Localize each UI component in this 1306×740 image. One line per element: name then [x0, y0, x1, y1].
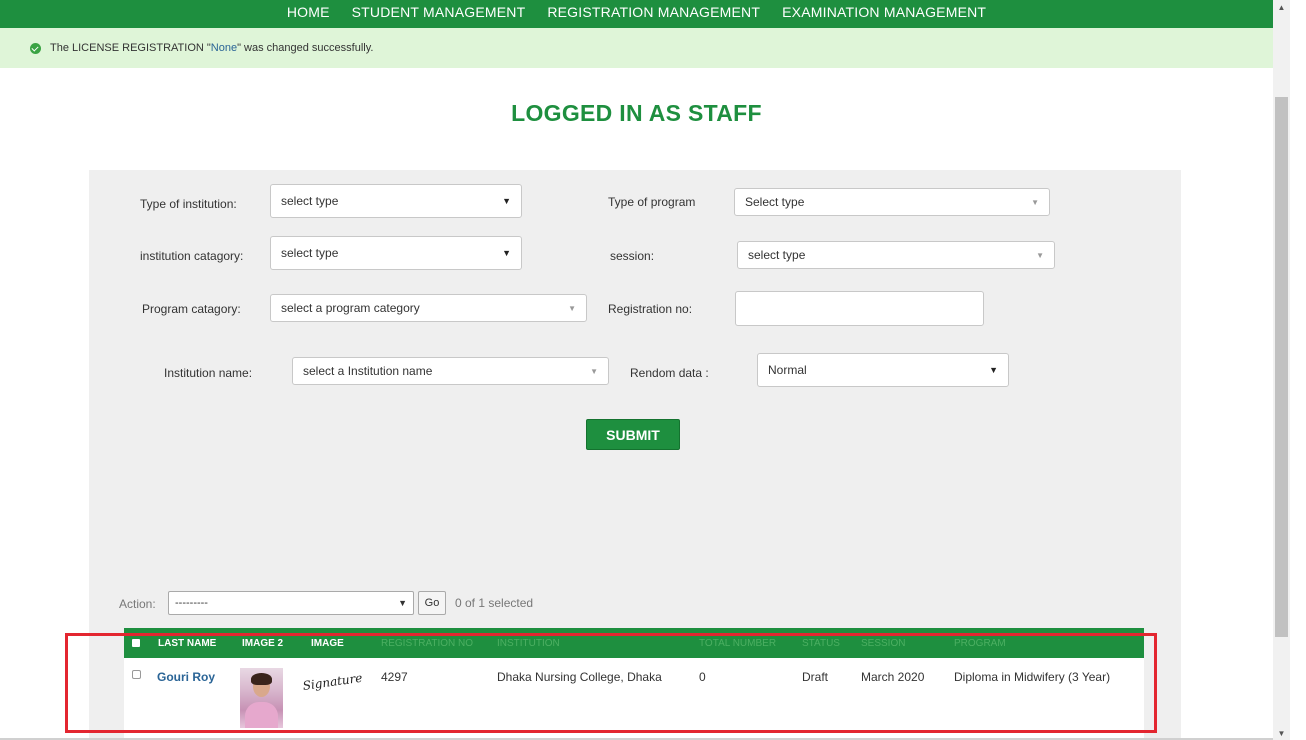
message-prefix: The LICENSE REGISTRATION "	[50, 42, 211, 54]
type-of-institution-select[interactable]: select type ▼	[270, 184, 522, 218]
random-data-value: Normal	[768, 363, 807, 377]
chevron-down-icon: ▼	[590, 366, 598, 376]
select-all-checkbox[interactable]	[132, 639, 140, 647]
program-category-select[interactable]: select a program category ▼	[270, 294, 587, 322]
scrollbar-thumb[interactable]	[1275, 97, 1288, 637]
student-photo	[240, 668, 283, 728]
program-category-label: Program catagory:	[142, 302, 241, 316]
registration-no-input[interactable]	[735, 291, 984, 326]
type-of-program-value: Select type	[745, 195, 805, 209]
session-label: session:	[610, 249, 655, 263]
institution-name-value: select a Institution name	[303, 364, 433, 378]
institution-name-label: Institution name:	[164, 366, 253, 380]
row-program: Diploma in Midwifery (3 Year)	[954, 670, 1111, 684]
col-last-name[interactable]: LAST NAME	[158, 638, 216, 649]
row-checkbox[interactable]	[132, 670, 141, 679]
selection-counter: 0 of 1 selected	[455, 596, 534, 610]
table-row: Gouri Roy Signature 4297 Dhaka Nursing C…	[124, 658, 1144, 740]
col-image2[interactable]: IMAGE 2	[242, 638, 283, 649]
message-suffix: " was changed successfully.	[237, 42, 374, 54]
random-data-select[interactable]: Normal ▼	[757, 353, 1009, 387]
session-select[interactable]: select type ▼	[737, 241, 1055, 269]
row-session: March 2020	[861, 670, 925, 684]
program-category-value: select a program category	[281, 301, 420, 315]
nav-examination-management-link[interactable]: EXAMINATION MANAGEMENT	[782, 5, 986, 28]
institution-name-select[interactable]: select a Institution name ▼	[292, 357, 609, 385]
session-value: select type	[748, 248, 806, 262]
scroll-down-arrow-icon[interactable]: ▼	[1273, 726, 1290, 740]
col-institution[interactable]: INSTITUTION	[497, 638, 560, 649]
type-of-program-select[interactable]: Select type ▼	[734, 188, 1050, 216]
col-program[interactable]: PROGRAM	[954, 638, 1006, 649]
action-value: ---------	[175, 597, 208, 609]
caret-down-icon: ▼	[398, 598, 407, 608]
col-total-number[interactable]: TOTAL NUMBER	[699, 638, 776, 649]
type-of-program-label: Type of program	[608, 195, 696, 209]
action-label: Action:	[119, 597, 156, 611]
caret-down-icon: ▼	[502, 196, 511, 206]
chevron-down-icon: ▼	[568, 303, 576, 313]
nav-student-management-link[interactable]: STUDENT MANAGEMENT	[352, 5, 526, 28]
action-select[interactable]: --------- ▼	[168, 591, 414, 615]
caret-down-icon: ▼	[989, 365, 998, 375]
signature-image: Signature	[301, 670, 364, 693]
row-last-name-link[interactable]: Gouri Roy	[157, 670, 215, 684]
row-total-number: 0	[699, 670, 706, 684]
top-navigation: HOME STUDENT MANAGEMENT REGISTRATION MAN…	[0, 0, 1273, 28]
row-registration-no: 4297	[381, 670, 408, 684]
vertical-scrollbar[interactable]: ▲ ▼	[1273, 0, 1290, 740]
col-registration-no[interactable]: REGISTRATION NO	[381, 638, 473, 649]
institution-category-value: select type	[281, 246, 339, 260]
col-session[interactable]: SESSION	[861, 638, 905, 649]
row-status: Draft	[802, 670, 829, 684]
chevron-down-icon: ▼	[1036, 250, 1044, 260]
nav-registration-management-link[interactable]: REGISTRATION MANAGEMENT	[547, 5, 760, 28]
success-message: The LICENSE REGISTRATION " None " was chan…	[0, 28, 1273, 68]
row-institution: Dhaka Nursing College, Dhaka	[497, 670, 662, 684]
type-of-institution-label: Type of institution:	[140, 197, 237, 211]
go-button[interactable]: Go	[418, 591, 446, 615]
col-image[interactable]: IMAGE	[311, 638, 344, 649]
type-of-institution-value: select type	[281, 194, 339, 208]
submit-button[interactable]: SUBMIT	[586, 419, 680, 450]
col-status[interactable]: STATUS	[802, 638, 840, 649]
institution-category-label: institution catagory:	[140, 249, 244, 263]
nav-home-link[interactable]: HOME	[287, 5, 330, 28]
table-header: LAST NAME IMAGE 2 IMAGE REGISTRATION NO …	[124, 628, 1144, 658]
check-circle-icon	[30, 42, 41, 54]
caret-down-icon: ▼	[502, 248, 511, 258]
page-title: LOGGED IN AS STAFF	[511, 100, 762, 126]
random-data-label: Rendom data :	[630, 366, 709, 380]
registration-no-label: Registration no:	[608, 302, 693, 316]
scroll-up-arrow-icon[interactable]: ▲	[1273, 0, 1290, 14]
message-object-link[interactable]: None	[211, 42, 237, 54]
chevron-down-icon: ▼	[1031, 197, 1039, 207]
institution-category-select[interactable]: select type ▼	[270, 236, 522, 270]
